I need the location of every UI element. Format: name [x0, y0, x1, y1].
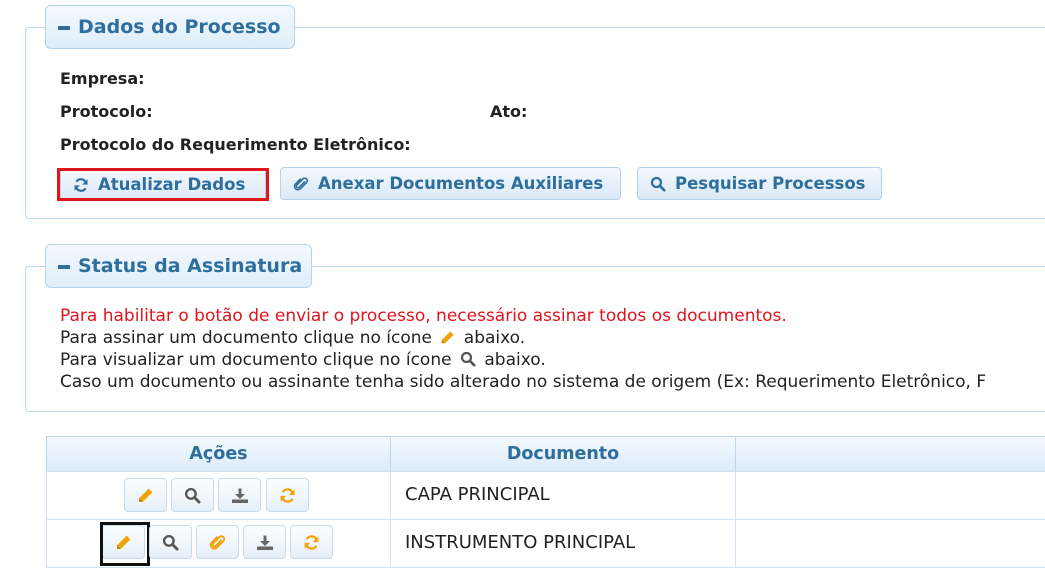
row-1-sign-button[interactable]: [124, 478, 167, 512]
pesquisar-processos-label: Pesquisar Processos: [675, 174, 866, 193]
signature-warning-text: Para habilitar o botão de enviar o proce…: [60, 306, 787, 326]
process-data-legend[interactable]: Dados do Processo: [45, 5, 295, 49]
download-icon: [231, 488, 248, 503]
protocolo-label: Protocolo:: [60, 102, 153, 121]
sign-instruction-suffix: abaixo.: [463, 328, 526, 348]
view-instruction-prefix: Para visualizar um documento clique no í…: [60, 350, 452, 370]
minus-icon: [58, 26, 70, 30]
sign-instruction-prefix: Para assinar um documento clique no ícon…: [60, 328, 432, 348]
table-row-1-document: CAPA PRINCIPAL: [405, 484, 550, 505]
row-1-download-button[interactable]: [218, 478, 261, 512]
paperclip-icon: [209, 534, 226, 550]
refresh-icon: [280, 487, 295, 503]
row-2-attach-button[interactable]: [196, 525, 239, 559]
pencil-icon: [440, 330, 455, 350]
search-icon: [650, 176, 666, 191]
table-row-2-extra-cell: [735, 519, 1045, 568]
protocolo-requerimento-label: Protocolo do Requerimento Eletrônico:: [60, 135, 411, 154]
table-row-2-document: INSTRUMENTO PRINCIPAL: [405, 532, 636, 553]
highlight-atualizar-box: [57, 168, 269, 201]
refresh-icon: [304, 534, 319, 550]
row-1-refresh-button[interactable]: [266, 478, 309, 512]
row-2-view-button[interactable]: [149, 525, 192, 559]
paperclip-icon: [293, 176, 309, 191]
view-instruction: Para visualizar um documento clique no í…: [60, 350, 546, 372]
process-data-title: Dados do Processo: [78, 16, 281, 38]
signature-status-title: Status da Assinatura: [78, 255, 303, 277]
search-icon: [184, 487, 201, 503]
header-documento[interactable]: Documento: [390, 436, 736, 472]
anexar-documentos-label: Anexar Documentos Auxiliares: [318, 174, 604, 193]
header-extra: [735, 436, 1045, 472]
search-icon: [460, 351, 476, 372]
minus-icon: [58, 265, 70, 269]
view-instruction-suffix: abaixo.: [484, 350, 546, 370]
row-1-view-button[interactable]: [171, 478, 214, 512]
highlight-sign-box: [100, 522, 150, 566]
signature-status-legend[interactable]: Status da Assinatura: [45, 244, 312, 288]
anexar-documentos-button[interactable]: Anexar Documentos Auxiliares: [280, 167, 621, 200]
pesquisar-processos-button[interactable]: Pesquisar Processos: [637, 167, 882, 200]
row-2-download-button[interactable]: [243, 525, 286, 559]
search-icon: [162, 534, 179, 550]
table-row-1-extra-cell: [735, 471, 1045, 520]
empresa-label: Empresa:: [60, 69, 145, 88]
ato-label: Ato:: [490, 102, 528, 121]
header-acoes[interactable]: Ações: [46, 436, 391, 472]
download-icon: [256, 535, 273, 550]
pencil-icon: [139, 488, 153, 502]
sign-instruction: Para assinar um documento clique no ícon…: [60, 328, 525, 350]
changed-document-instruction: Caso um documento ou assinante tenha sid…: [60, 372, 987, 392]
row-2-refresh-button[interactable]: [290, 525, 333, 559]
